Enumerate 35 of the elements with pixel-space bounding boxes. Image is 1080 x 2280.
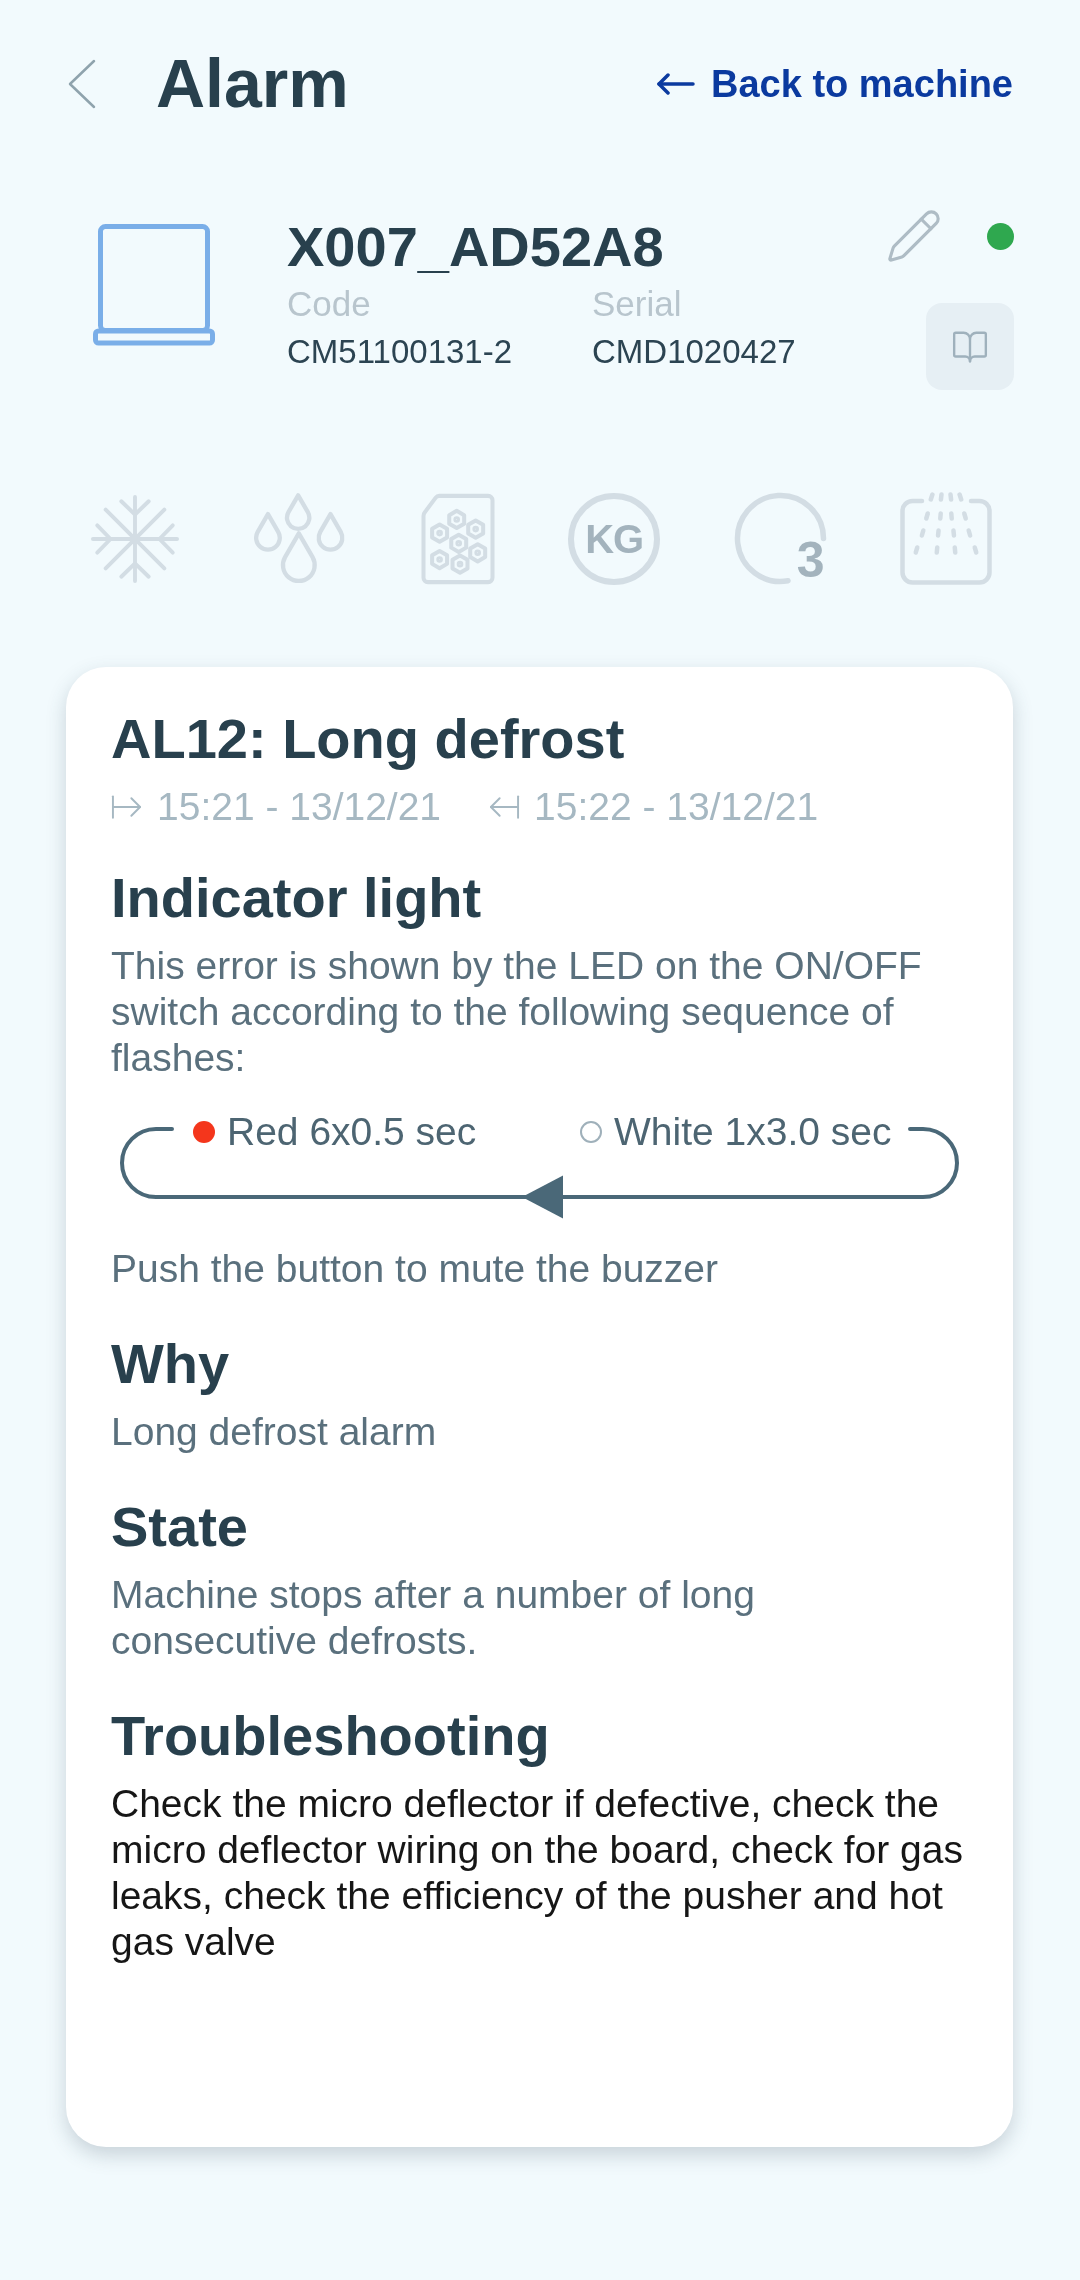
open-ring-icon [732,492,828,585]
back-chevron-icon[interactable] [67,58,97,109]
snowflake-icon [90,493,180,584]
flash-label: White 1x3.0 sec [614,1109,892,1155]
section-heading: Indicator light [111,865,483,931]
subscript-digit: 3 [796,535,825,585]
weight-badge: KG [568,492,661,585]
edit-button[interactable] [885,207,943,265]
section-heading: Troubleshooting [111,1703,551,1769]
arrow-left-icon [657,72,695,95]
field-value: CMD1020427 [592,332,796,371]
end-time: 15:22 - 13/12/21 [534,784,819,830]
section-text: Machine stops after a number of long consecutive defrosts. [111,1572,756,1664]
section-text: Long defrost alarm [111,1409,438,1455]
start-time: 15:21 - 13/12/21 [157,784,442,830]
manual-button[interactable] [926,303,1014,390]
field-label: Code [287,283,372,324]
page-title: Alarm [156,44,349,123]
back-to-machine-link[interactable]: Back to machine [657,59,1013,108]
arrow-left-bar-icon [489,794,521,820]
pencil-icon [885,207,943,265]
section-heading: State [111,1494,249,1560]
arrow-right-bar-icon [111,794,142,820]
shower-icon [899,492,992,585]
field-value: CM51100131-2 [287,332,514,371]
section-note: Push the button to mute the buzzer [111,1246,720,1292]
machine-name: X007_AD52A8 [287,214,665,279]
section-text: Check the micro deflector if defective, check the micro deflector wiring on the board, check for gas leaks, check the efficiency of the pusher and hot gas valve [111,1781,964,1965]
alarm-title: AL12: Long defrost [111,706,626,772]
ice-tray-icon [419,492,496,585]
flash-label: Red 6x0.5 sec [227,1109,477,1155]
field-label: Serial [592,283,683,324]
section-heading: Why [111,1331,231,1397]
laptop-icon [93,224,215,346]
section-text: This error is shown by the LED on the ON/OFF switch according to the following sequence of flashes: [111,943,923,1081]
